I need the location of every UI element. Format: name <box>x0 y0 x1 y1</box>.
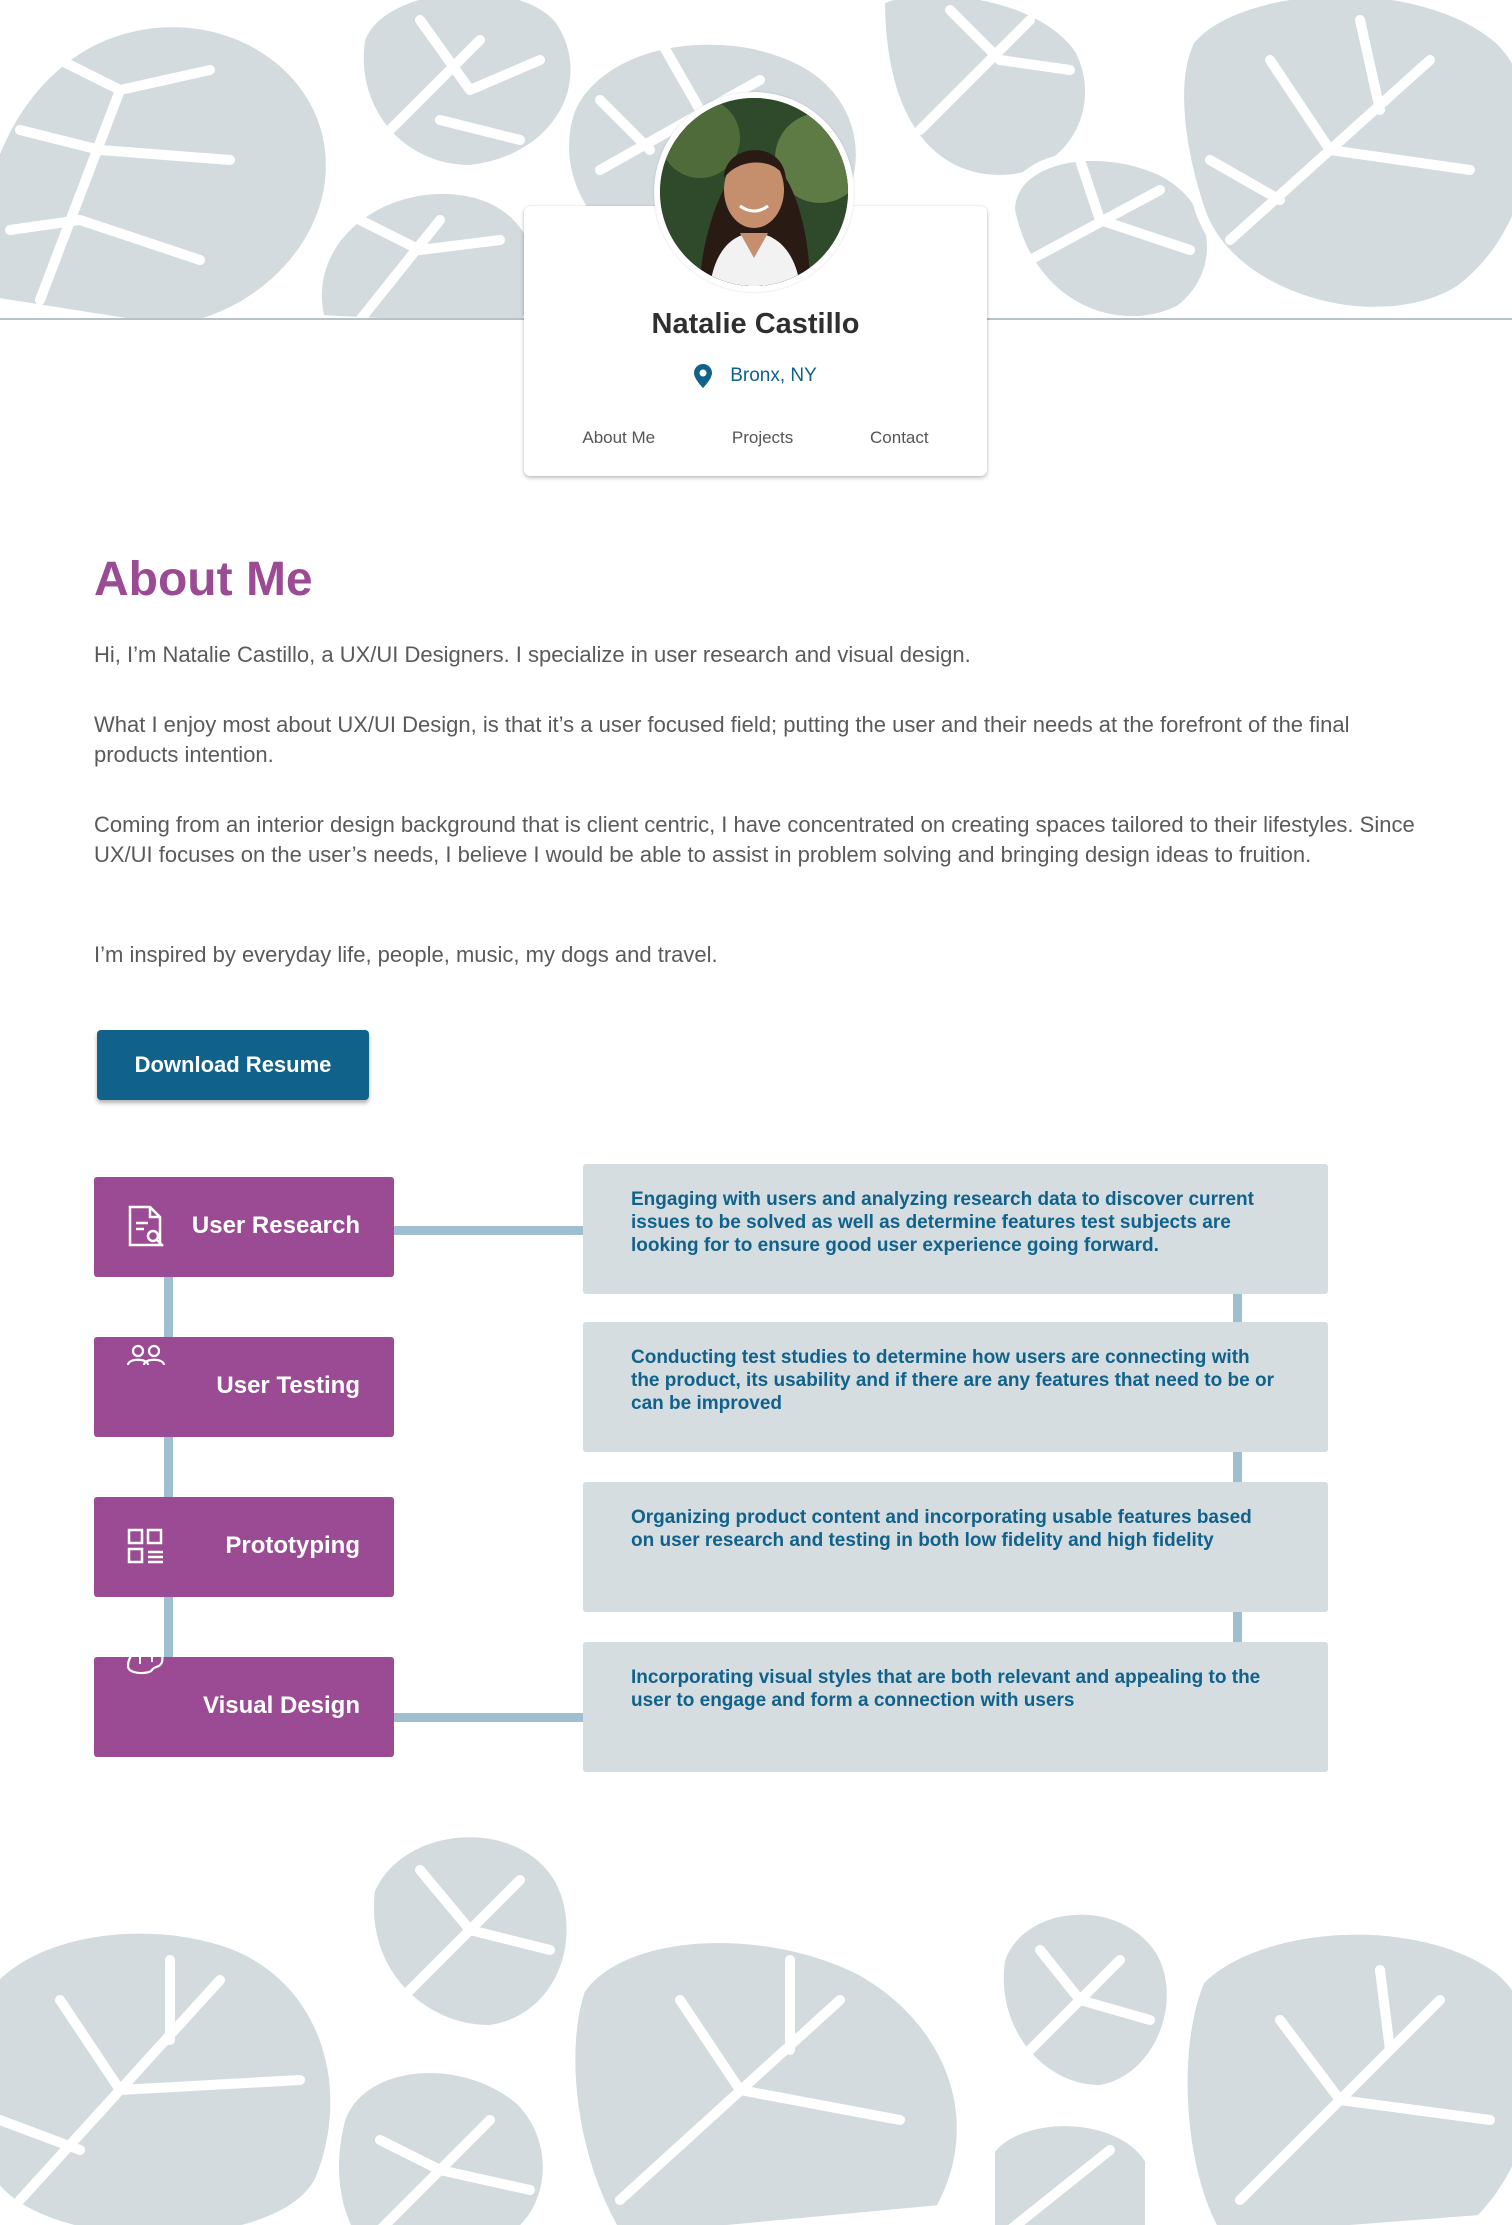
timeline-connector <box>394 1226 583 1235</box>
timeline-connector <box>164 1270 173 1670</box>
location-text: Bronx, NY <box>730 365 817 386</box>
skill-user-testing: User Testing <box>94 1337 394 1437</box>
about-title: About Me <box>94 553 313 606</box>
skill-description: Engaging with users and analyzing resear… <box>583 1164 1328 1294</box>
skill-visual-design: Visual Design <box>94 1644 394 1757</box>
skill-user-research: User Research <box>94 1177 394 1277</box>
monstera-leaves-decoration <box>0 1827 1512 2225</box>
profile-name: Natalie Castillo <box>651 308 860 340</box>
avatar <box>654 92 854 292</box>
skill-description: Incorporating visual styles that are bot… <box>583 1642 1328 1772</box>
download-resume-button[interactable]: Download Resume <box>97 1030 369 1100</box>
skill-description: Organizing product content and incorpora… <box>583 1482 1328 1612</box>
skill-label: User Testing <box>216 1372 360 1399</box>
skill-label: Prototyping <box>225 1532 360 1559</box>
nav-contact[interactable]: Contact <box>870 428 929 448</box>
nav-about-me[interactable]: About Me <box>582 428 655 448</box>
about-paragraph: I’m inspired by everyday life, people, m… <box>94 942 718 967</box>
profile-nav: About Me Projects Contact <box>524 428 987 448</box>
about-paragraph: Hi, I’m Natalie Castillo, a UX/UI Design… <box>94 642 971 667</box>
skill-description: Conducting test studies to determine how… <box>583 1322 1328 1452</box>
timeline-connector <box>394 1713 583 1722</box>
map-pin-icon <box>694 364 713 388</box>
users-icon <box>126 1344 166 1366</box>
nav-projects[interactable]: Projects <box>732 428 793 448</box>
about-paragraph: Coming from an interior design backgroun… <box>94 812 1415 867</box>
skill-label: Visual Design <box>203 1692 360 1719</box>
skill-prototyping: Prototyping <box>94 1497 394 1597</box>
skill-label: User Research <box>191 1212 360 1239</box>
profile-location: Bronx, NY <box>524 364 987 388</box>
palette-icon <box>126 1644 164 1675</box>
about-paragraph: What I enjoy most about UX/UI Design, is… <box>94 712 1350 767</box>
footer-leaf-pattern <box>0 1820 1512 2225</box>
profile-photo <box>660 98 848 286</box>
